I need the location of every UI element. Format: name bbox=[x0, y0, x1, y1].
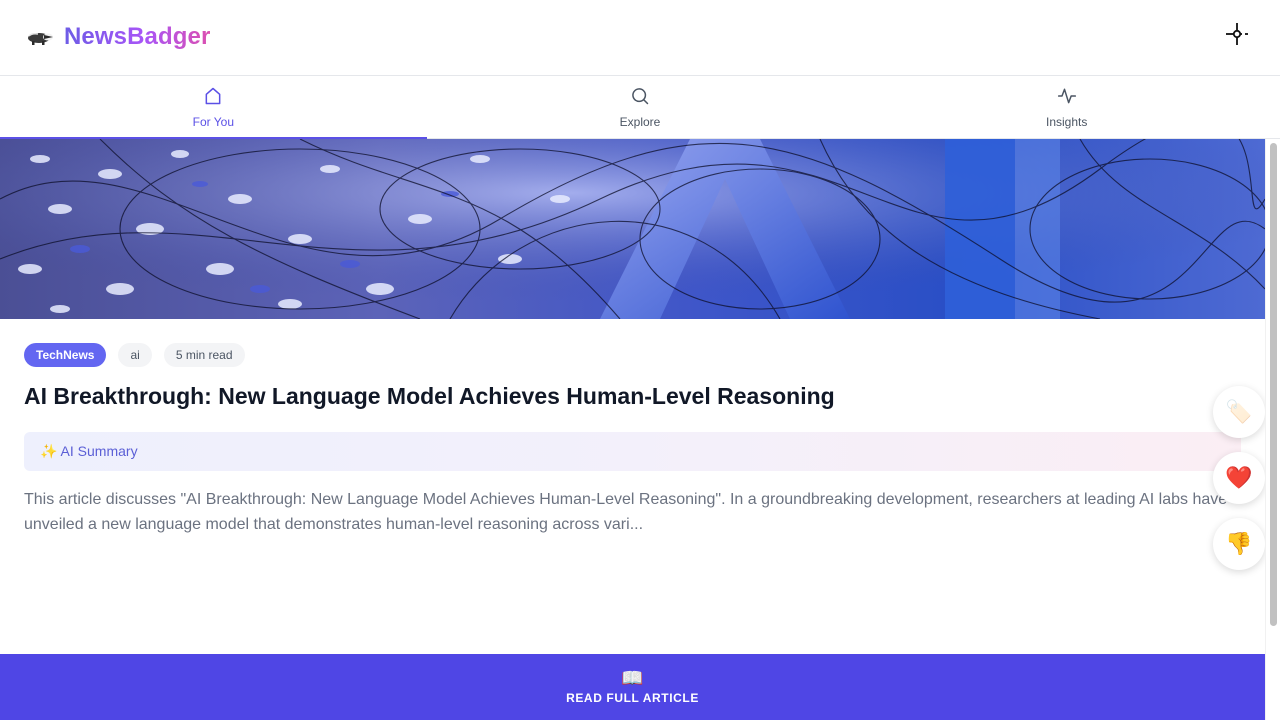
scrollbar[interactable] bbox=[1265, 139, 1280, 720]
search-icon bbox=[630, 86, 650, 111]
settings-button[interactable] bbox=[1224, 22, 1250, 51]
dislike-button[interactable]: 👎 bbox=[1213, 518, 1265, 570]
tab-label: Insights bbox=[1046, 114, 1088, 129]
read-full-article-button[interactable]: 📖 READ FULL ARTICLE bbox=[0, 654, 1265, 720]
tab-bar: For You Explore Insights bbox=[0, 76, 1280, 139]
tag-icon: 🏷️ bbox=[1225, 399, 1253, 424]
read-full-article-label: READ FULL ARTICLE bbox=[566, 691, 699, 705]
activity-icon bbox=[1057, 86, 1077, 111]
source-badge[interactable]: TechNews bbox=[24, 343, 107, 367]
badger-icon bbox=[24, 22, 54, 52]
ai-summary-toggle[interactable]: ✨ AI Summary bbox=[24, 432, 1241, 471]
article-feed[interactable]: TechNews ai 5 min read AI Breakthrough: … bbox=[0, 139, 1265, 654]
article-title[interactable]: AI Breakthrough: New Language Model Achi… bbox=[24, 383, 835, 410]
topic-tag[interactable]: ai bbox=[118, 343, 152, 367]
logo[interactable]: NewsBadger bbox=[24, 22, 210, 52]
hero-artwork bbox=[0, 139, 1265, 319]
tag-button[interactable]: 🏷️ bbox=[1213, 386, 1265, 438]
settings-toggle-icon bbox=[1224, 22, 1250, 51]
app-name: NewsBadger bbox=[64, 23, 211, 50]
tab-insights[interactable]: Insights bbox=[853, 76, 1280, 138]
app-header: NewsBadger bbox=[0, 0, 1280, 76]
ai-summary-label: ✨ AI Summary bbox=[40, 443, 138, 459]
read-time-badge: 5 min read bbox=[163, 343, 245, 367]
article-excerpt: This article discusses "AI Breakthrough:… bbox=[24, 491, 1228, 533]
article-hero-image[interactable] bbox=[0, 139, 1265, 319]
heart-icon: ❤️ bbox=[1225, 465, 1253, 490]
thumbs-down-icon: 👎 bbox=[1225, 531, 1253, 556]
article-meta: TechNews ai 5 min read bbox=[24, 343, 245, 367]
tab-label: Explore bbox=[619, 114, 661, 129]
tab-explore[interactable]: Explore bbox=[427, 76, 854, 138]
tab-for-you[interactable]: For You bbox=[0, 76, 427, 139]
home-icon bbox=[203, 86, 223, 111]
tab-label: For You bbox=[192, 114, 235, 129]
scrollbar-thumb[interactable] bbox=[1270, 143, 1277, 626]
open-book-icon: 📖 bbox=[621, 668, 644, 688]
like-button[interactable]: ❤️ bbox=[1213, 452, 1265, 504]
